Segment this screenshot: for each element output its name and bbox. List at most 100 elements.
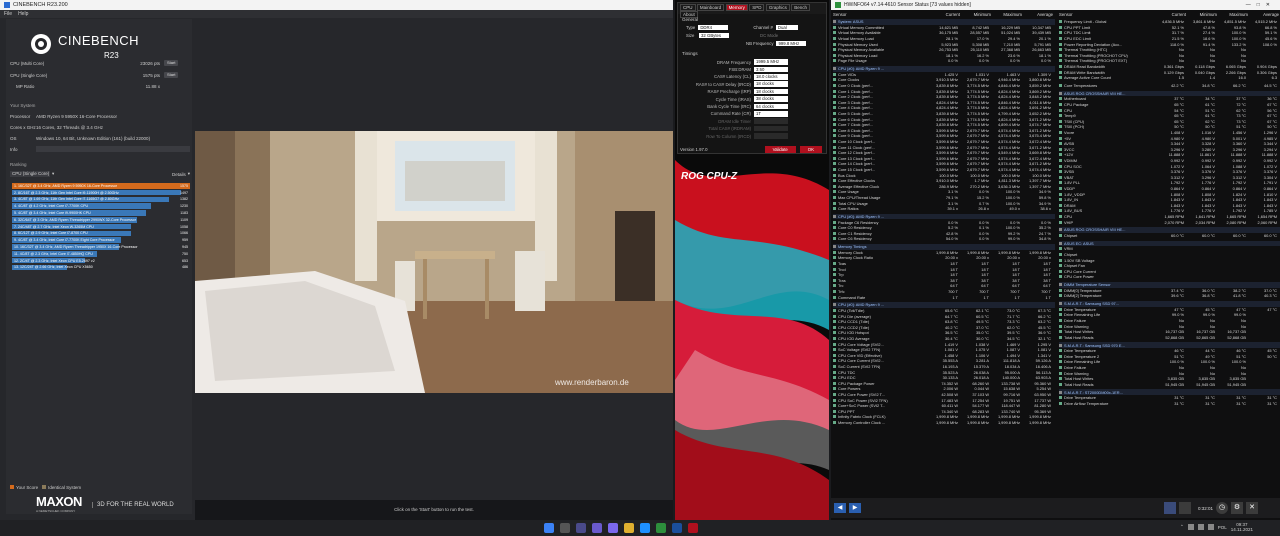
network-tray-icon[interactable] xyxy=(1197,524,1204,530)
sensor-row[interactable]: Core Ratios 39.1 x 26.8 x 49.0 x 38.6 x xyxy=(833,206,1055,212)
sensor-row[interactable]: Core C6 Residency 54.0 % 0.0 % 99.0 % 34.8 % xyxy=(833,236,1055,242)
menu-help[interactable]: Help xyxy=(18,11,28,17)
sensor-row[interactable]: Chipset 60.0 °C 60.0 °C 60.0 °C 60.0 °C xyxy=(1059,233,1280,239)
column-header[interactable]: Maximum xyxy=(1217,12,1248,18)
cinebench-taskbar-icon[interactable] xyxy=(672,523,682,533)
sensor-maximum: 95.000 A xyxy=(1004,369,1020,375)
hwinfo-taskbar-icon[interactable] xyxy=(656,523,666,533)
sensor-minimum: 1,999.8 MHz xyxy=(966,414,989,420)
sensor-average: 50 °C xyxy=(1267,124,1277,130)
sensor-row[interactable]: CPU Core Power xyxy=(1059,274,1280,280)
sensor-average: 3.344 V xyxy=(1263,141,1277,147)
tab-cpu[interactable]: CPU xyxy=(680,4,696,11)
network-icon[interactable] xyxy=(1164,502,1176,514)
window-controls[interactable]: —□✕ xyxy=(1246,2,1280,8)
chat-icon[interactable] xyxy=(608,523,618,533)
sensor-name: Core C0 Residency xyxy=(838,225,872,231)
chevron-up-icon[interactable]: ⌃ xyxy=(1180,524,1184,530)
start-multi-button[interactable]: Start xyxy=(164,60,179,66)
sensor-current: 65 °C xyxy=(1174,118,1184,124)
sensor-minimum: 11.861 V xyxy=(1199,152,1215,158)
sensor-minimum: 3,774.5 MHz xyxy=(966,111,989,117)
edge-icon[interactable] xyxy=(640,523,650,533)
explorer-icon[interactable] xyxy=(624,523,634,533)
column-header[interactable]: Average xyxy=(1022,12,1053,18)
sensor-name: Temp9 xyxy=(1064,113,1076,119)
sensor-minimum: 15.2 % xyxy=(976,195,989,201)
sensor-icon xyxy=(1059,354,1062,358)
sensor-name: CPU xyxy=(1064,214,1073,220)
menu-file[interactable]: File xyxy=(4,11,12,17)
sensor-minimum: 2,679.7 MHz xyxy=(966,139,989,145)
info-field[interactable] xyxy=(36,146,190,152)
tab-mainboard[interactable]: Mainboard xyxy=(696,4,725,11)
sensor-minimum: 44 °C xyxy=(1205,348,1215,354)
sensor-row[interactable]: VHIP 2,070 RPM 2,034 RPM 2,080 RPM 2,060 RPM xyxy=(1059,219,1280,225)
speaker-icon[interactable] xyxy=(1207,524,1214,530)
chip-icon xyxy=(833,20,836,24)
sensor-name: Chipset xyxy=(1064,233,1078,239)
taskbar-clock[interactable]: 09:37 14.11.2021 xyxy=(1231,522,1253,532)
sensor-row[interactable]: Total Host Reads 52,868 GB 52,865 GB 52,868… xyxy=(1059,335,1280,341)
tab-spd[interactable]: SPD xyxy=(749,4,765,11)
sys-key: Info xyxy=(10,146,18,152)
sensor-maximum: 99.0 % xyxy=(1233,312,1246,318)
column-header[interactable]: Current xyxy=(1155,12,1186,18)
start-single-button[interactable]: Start xyxy=(164,72,179,78)
start-icon[interactable] xyxy=(544,523,554,533)
sensor-row[interactable]: Average Active Core Count 1.5 1.4 16.0 6.3 xyxy=(1059,75,1280,81)
task-view-icon[interactable] xyxy=(576,523,586,533)
sensor-maximum: No xyxy=(1241,370,1246,376)
sensor-row[interactable]: Core Temperatures 42.2 °C 34.8 °C 66.2 °C 44… xyxy=(1059,83,1280,89)
column-header[interactable]: Average xyxy=(1248,12,1279,18)
sensor-current: No xyxy=(1179,370,1184,376)
sensor-maximum: 3.376 V xyxy=(1232,169,1246,175)
sensor-icon xyxy=(1059,269,1062,273)
cpuz-window: CPU Mainboard Memory SPD Graphics Bench … xyxy=(675,0,829,520)
sensor-minimum: 4.980 V xyxy=(1201,135,1215,141)
sensor-row[interactable]: Total Host Reads 51,945 GB 51,945 GB 51,945… xyxy=(1059,382,1280,388)
sensor-maximum: 1.087 V xyxy=(1006,347,1020,353)
details-label[interactable]: Details xyxy=(172,172,186,177)
sensor-row[interactable]: Memory Controller Clock ... 1,999.8 MHz 1,… xyxy=(833,420,1055,426)
sys-value: AMD Ryzen 9 5950X 16-Core Processor xyxy=(36,113,118,119)
window-title: CINEBENCH R23.200 xyxy=(13,2,68,8)
cpuz-taskbar-icon[interactable] xyxy=(688,523,698,533)
column-header[interactable]: Minimum xyxy=(1186,12,1217,18)
widgets-icon[interactable] xyxy=(592,523,602,533)
validate-button[interactable]: Validate xyxy=(764,146,796,153)
sensor-icon xyxy=(833,325,836,329)
column-header[interactable]: Minimum xyxy=(960,12,991,18)
sensor-row[interactable]: Command Rate 1 T 1 T 1 T 1 T xyxy=(833,294,1055,300)
group-name: S.M.A.R.T.: ST2000DM00x-1ER... xyxy=(1064,389,1123,395)
gear-icon[interactable]: ⚙ xyxy=(1231,502,1244,514)
search-icon[interactable] xyxy=(560,523,570,533)
ok-button[interactable]: OK xyxy=(799,146,822,153)
sensor-row[interactable]: Drive Airflow Temperature 31 °C 31 °C 31 °C… xyxy=(1059,401,1280,407)
close-icon[interactable]: ✕ xyxy=(1246,502,1259,514)
tab-bench[interactable]: Bench xyxy=(791,4,811,11)
prev-arrow-icon[interactable]: ◀ xyxy=(834,503,846,513)
tray-app-icon[interactable] xyxy=(1187,524,1194,530)
column-header[interactable]: Sensor xyxy=(833,12,929,18)
column-header[interactable]: Current xyxy=(929,12,960,18)
chevron-down-icon[interactable]: ▾ xyxy=(188,171,190,177)
column-header[interactable]: Sensor xyxy=(1059,12,1155,18)
language-indicator[interactable]: POL xyxy=(1218,525,1227,530)
ranking-select[interactable]: CPU (Single Core) xyxy=(10,171,50,177)
next-arrow-icon[interactable]: ▶ xyxy=(849,503,861,513)
column-header[interactable]: Maximum xyxy=(991,12,1022,18)
sensor-maximum: 4,574.4 MHz xyxy=(997,139,1020,145)
sensor-row[interactable]: DIMM[2] Temperature 39.6 °C 36.8 °C 41.8 °C… xyxy=(1059,293,1280,299)
tab-graphics[interactable]: Graphics xyxy=(765,4,790,11)
sensor-row[interactable]: Page File Usage 0.0 % 0.0 % 0.0 % 0.0 % xyxy=(833,58,1055,64)
chevron-down-icon[interactable]: ▾ xyxy=(52,171,54,177)
sensor-icon xyxy=(1059,264,1062,268)
export-icon[interactable] xyxy=(1179,502,1191,514)
tab-memory[interactable]: Memory xyxy=(725,4,748,11)
clock-icon[interactable]: ◷ xyxy=(1216,502,1229,514)
sensor-icon xyxy=(1059,131,1062,135)
sensor-name: 1.8V_VDDP xyxy=(1064,191,1085,197)
group-name: CPU [#0]: AMD Ryzen 9 ... xyxy=(838,302,885,308)
sensor-current: 26,753 MB xyxy=(939,47,958,53)
